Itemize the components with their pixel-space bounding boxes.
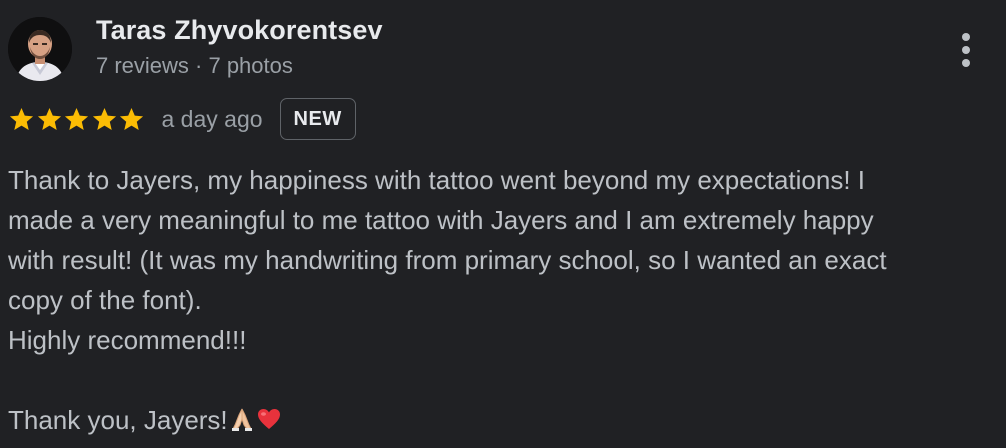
review-text-line: Thank you, Jayers! [8,405,228,435]
review-card: Taras Zhyvokorentsev 7 reviews · 7 photo… [0,0,1006,448]
rating-row: a day ago NEW [8,96,356,142]
star-icon [64,107,89,130]
review-time: a day ago [161,105,263,132]
review-text-line: with result! (It was my handwriting from… [8,245,887,275]
star-rating [8,106,146,133]
review-text-line: Highly recommend!!! [8,325,247,355]
star-icon [37,107,61,130]
author-stats: 7 reviews · 7 photos [96,53,293,78]
folded-hands-emoji [229,403,255,443]
review-text-line: Thank to Jayers, my happiness with tatto… [8,165,865,195]
more-vert-icon-dot [962,59,970,67]
review-text: Thank to Jayers, my happiness with tatto… [8,160,998,443]
more-vert-icon-dot [962,46,970,54]
avatar[interactable] [8,17,72,81]
star-icon [9,107,34,130]
star-icon [92,107,116,130]
more-vert-icon [962,33,970,41]
author-name[interactable]: Taras Zhyvokorentsev [96,15,383,46]
review-text-line: made a very meaningful to me tattoo with… [8,205,874,235]
review-text-line: copy of the font). [8,285,202,315]
review-text-closing: Thank you, Jayers! [8,400,998,443]
more-options-button[interactable] [946,26,986,74]
review-text-blank-line [8,360,998,400]
avatar-photo [8,17,72,81]
red-heart-emoji [256,403,282,443]
new-badge: NEW [279,98,356,140]
star-icon [119,107,144,130]
